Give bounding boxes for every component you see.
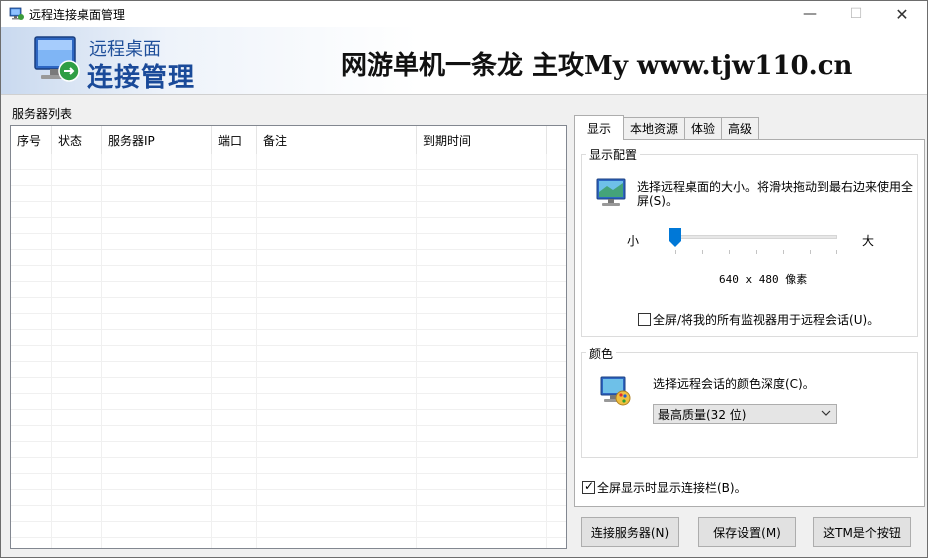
color-depth-selected: 最高质量(32 位) (658, 407, 747, 422)
tab-experience[interactable]: 体验 (684, 117, 723, 139)
maximize-button[interactable]: ☐ (833, 1, 879, 27)
slider-max-label: 大 (862, 234, 875, 248)
save-settings-button[interactable]: 保存设置(M) (698, 517, 796, 547)
slider-tick (783, 250, 784, 254)
column-header-server-ip[interactable]: 服务器IP (102, 126, 212, 154)
connection-bar-label[interactable]: 全屏显示时显示连接栏(B)。 (597, 481, 747, 495)
color-depth-select[interactable]: 最高质量(32 位) (653, 404, 837, 424)
close-button[interactable]: ✕ (879, 1, 925, 27)
column-header-note[interactable]: 备注 (257, 126, 417, 154)
resolution-readout: 640 x 480 像素 (719, 273, 808, 286)
banner-title: 连接管理 (87, 63, 196, 93)
server-list[interactable]: 序号 状态 服务器IP 端口 备注 到期时间 (10, 125, 567, 549)
server-list-label: 服务器列表 (12, 107, 73, 121)
server-list-header: 序号 状态 服务器IP 端口 备注 到期时间 (11, 126, 566, 154)
display-size-slider-thumb[interactable] (669, 228, 681, 247)
slider-tick (836, 250, 837, 254)
multi-monitor-checkbox[interactable] (638, 313, 651, 326)
slider-tick (702, 250, 703, 254)
other-button[interactable]: 这TM是个按钮 (813, 517, 911, 547)
connect-server-button[interactable]: 连接服务器(N) (581, 517, 679, 547)
settings-tabs: 显示 本地资源 体验 高级 (574, 115, 760, 140)
server-list-rows (11, 154, 566, 548)
grid-divider (546, 154, 547, 548)
minimize-button[interactable]: — (787, 1, 833, 27)
column-header-status[interactable]: 状态 (52, 126, 102, 154)
tab-local-resources[interactable]: 本地资源 (623, 117, 686, 139)
connection-bar-checkbox[interactable]: ✓ (582, 479, 595, 494)
grid-divider (416, 154, 417, 548)
grid-divider (101, 154, 102, 548)
slider-tick (729, 250, 730, 254)
monitor-icon (596, 178, 626, 206)
color-depth-description: 选择远程会话的颜色深度(C)。 (653, 377, 815, 391)
header-banner: 远程桌面 连接管理 网游单机一条龙 主攻My www.tjw110.cn (1, 27, 927, 95)
tab-display[interactable]: 显示 (574, 115, 625, 140)
display-size-slider-track[interactable] (669, 235, 837, 239)
multi-monitor-label[interactable]: 全屏/将我的所有监视器用于远程会话(U)。 (653, 313, 879, 327)
grid-divider (51, 154, 52, 548)
grid-divider (256, 154, 257, 548)
main-window: 远程连接桌面管理 — ☐ ✕ 远程桌面 连接管理 网游单机一条龙 主攻My ww… (0, 0, 928, 558)
column-header-expiry[interactable]: 到期时间 (417, 126, 547, 154)
chevron-down-icon (821, 410, 831, 416)
remote-desktop-logo-icon (34, 36, 80, 82)
display-tab-panel: 显示配置 选择远程桌面的大小。将滑块拖动到最右边来使用全屏(S)。 小 大 64… (574, 139, 925, 507)
tab-advanced[interactable]: 高级 (721, 117, 760, 139)
color-palette-monitor-icon (600, 376, 631, 406)
window-title: 远程连接桌面管理 (29, 8, 126, 22)
grid-divider (211, 154, 212, 548)
checkmark-icon: ✓ (584, 479, 595, 493)
slider-tick (756, 250, 757, 254)
column-header-port[interactable]: 端口 (212, 126, 257, 154)
remote-desktop-icon (9, 7, 24, 20)
display-config-title: 显示配置 (586, 146, 641, 163)
color-group-title: 颜色 (586, 345, 617, 362)
column-header-index[interactable]: 序号 (11, 126, 52, 154)
title-bar: 远程连接桌面管理 — ☐ ✕ (1, 1, 927, 27)
display-size-description: 选择远程桌面的大小。将滑块拖动到最右边来使用全屏(S)。 (637, 180, 914, 208)
slider-min-label: 小 (627, 234, 640, 248)
slider-tick (675, 250, 676, 254)
banner-promo-text: 网游单机一条龙 主攻My www.tjw110.cn (341, 51, 853, 81)
slider-tick (810, 250, 811, 254)
